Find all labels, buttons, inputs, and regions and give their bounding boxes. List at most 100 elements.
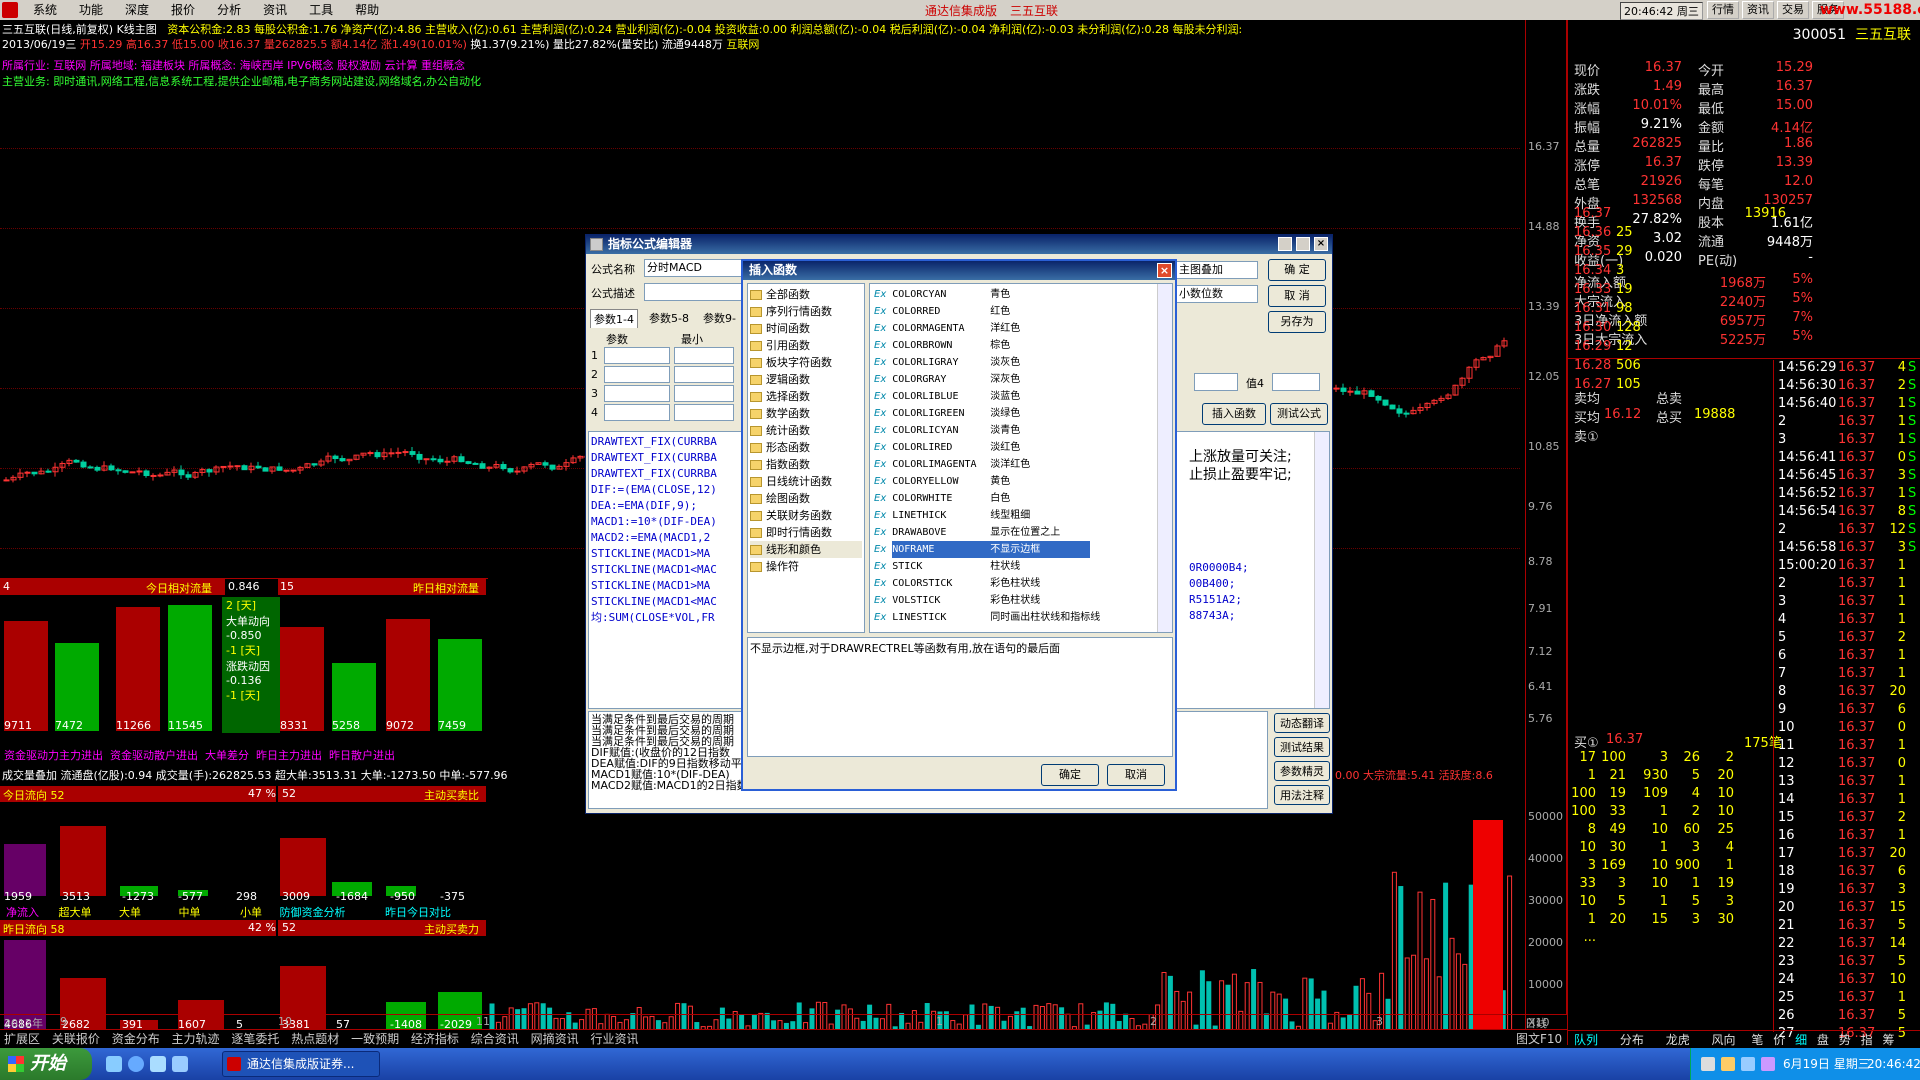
tab-related-quote[interactable]: 关联报价 bbox=[52, 1032, 100, 1046]
close-icon[interactable]: × bbox=[1314, 237, 1328, 251]
tab-consensus[interactable]: 一致预期 bbox=[351, 1032, 399, 1046]
function-item[interactable]: Ex COLORLICYAN 淡青色 bbox=[874, 422, 1170, 439]
tab-trend[interactable]: 势 bbox=[1839, 1033, 1851, 1047]
function-item[interactable]: Ex DRAWABOVE 显示在位置之上 bbox=[874, 524, 1170, 541]
close-icon[interactable]: × bbox=[1157, 263, 1172, 278]
param-min-input[interactable] bbox=[674, 366, 734, 383]
function-item[interactable]: Ex COLORCYAN 青色 bbox=[874, 286, 1170, 303]
tab-distribution[interactable]: 分布 bbox=[1620, 1033, 1644, 1047]
tab-params-5-8[interactable]: 参数5-8 bbox=[646, 309, 692, 327]
value3-input[interactable] bbox=[1194, 373, 1238, 391]
function-item[interactable]: Ex COLORWHITE 白色 bbox=[874, 490, 1170, 507]
tab-hot-topic[interactable]: 热点题材 bbox=[291, 1032, 339, 1046]
param-min-input[interactable] bbox=[674, 385, 734, 402]
insert-dialog-titlebar[interactable]: 插入函数 × bbox=[743, 261, 1175, 280]
test-formula-button[interactable]: 测试公式 bbox=[1270, 403, 1328, 425]
tab-chips[interactable]: 筹 bbox=[1882, 1033, 1894, 1047]
menu-info[interactable]: 资讯 bbox=[252, 0, 298, 20]
category-item[interactable]: 逻辑函数 bbox=[750, 371, 862, 388]
value4-input[interactable] bbox=[1272, 373, 1320, 391]
quote-button[interactable]: 行情 bbox=[1707, 1, 1739, 19]
menu-help[interactable]: 帮助 bbox=[344, 0, 390, 20]
taskbar-app-button[interactable]: 通达信集成版证券... bbox=[222, 1051, 380, 1077]
menu-tools[interactable]: 工具 bbox=[298, 0, 344, 20]
category-item[interactable]: 板块字符函数 bbox=[750, 354, 862, 371]
tab-index[interactable]: 指 bbox=[1861, 1033, 1873, 1047]
menu-analysis[interactable]: 分析 bbox=[206, 0, 252, 20]
category-item[interactable]: 日线统计函数 bbox=[750, 473, 862, 490]
category-list[interactable]: 全部函数 序列行情函数 时间函数 引用函数 板块字符函数 逻辑函数 选择函数 数学函数 统计函数… bbox=[747, 283, 865, 633]
formula-name-input[interactable]: 分时MACD bbox=[644, 259, 744, 277]
insert-ok-button[interactable]: 确定 bbox=[1041, 764, 1099, 786]
function-item[interactable]: Ex COLORLIMAGENTA 淡洋红色 bbox=[874, 456, 1170, 473]
function-item[interactable]: Ex COLORGRAY 深灰色 bbox=[874, 371, 1170, 388]
category-item[interactable]: 操作符 bbox=[750, 558, 862, 575]
function-item[interactable]: Ex COLORLIGRAY 淡灰色 bbox=[874, 354, 1170, 371]
menu-system[interactable]: 系统 bbox=[22, 0, 68, 20]
function-item[interactable]: Ex COLORLIBLUE 淡蓝色 bbox=[874, 388, 1170, 405]
param-name-input[interactable] bbox=[604, 347, 670, 364]
save-as-button[interactable]: 另存为 bbox=[1268, 311, 1326, 333]
function-list-scrollbar[interactable] bbox=[1157, 284, 1172, 632]
tab-price[interactable]: 价 bbox=[1773, 1033, 1785, 1047]
function-item[interactable]: Ex COLORRED 红色 bbox=[874, 303, 1170, 320]
tray-icon[interactable] bbox=[1721, 1057, 1735, 1071]
function-item[interactable]: Ex STICK 柱状线 bbox=[874, 558, 1170, 575]
tray-icon[interactable] bbox=[1701, 1057, 1715, 1071]
function-item[interactable]: Ex COLORYELLOW 黄色 bbox=[874, 473, 1170, 490]
insert-function-button[interactable]: 插入函数 bbox=[1202, 403, 1266, 425]
ie-icon[interactable] bbox=[128, 1056, 144, 1072]
tab-main-track[interactable]: 主力轨迹 bbox=[172, 1032, 220, 1046]
tab-params-1-4[interactable]: 参数1-4 bbox=[590, 309, 638, 328]
decimal-select[interactable]: 小数位数 bbox=[1176, 285, 1258, 303]
category-item[interactable]: 即时行情函数 bbox=[750, 524, 862, 541]
param-name-input[interactable] bbox=[604, 404, 670, 421]
category-item[interactable]: 全部函数 bbox=[750, 286, 862, 303]
insert-cancel-button[interactable]: 取消 bbox=[1107, 764, 1165, 786]
menu-function[interactable]: 功能 bbox=[68, 0, 114, 20]
function-item[interactable]: Ex COLORMAGENTA 洋红色 bbox=[874, 320, 1170, 337]
function-list[interactable]: Ex COLORCYAN 青色 Ex COLORRED 红色 Ex COLORMAGENTA 洋… bbox=[869, 283, 1173, 633]
menu-quote[interactable]: 报价 bbox=[160, 0, 206, 20]
tab-economy[interactable]: 经济指标 bbox=[411, 1032, 459, 1046]
formula-desc-input[interactable] bbox=[644, 283, 744, 301]
tray-icon[interactable] bbox=[1741, 1057, 1755, 1071]
tab-extension[interactable]: 扩展区 bbox=[4, 1032, 40, 1046]
function-item[interactable]: Ex COLORSTICK 彩色柱状线 bbox=[874, 575, 1170, 592]
quicklaunch-icon[interactable] bbox=[106, 1056, 122, 1072]
category-item[interactable]: 线形和颜色 bbox=[750, 541, 862, 558]
minimize-icon[interactable] bbox=[1278, 237, 1292, 251]
ok-button[interactable]: 确 定 bbox=[1268, 259, 1326, 281]
category-item[interactable]: 时间函数 bbox=[750, 320, 862, 337]
menu-depth[interactable]: 深度 bbox=[114, 0, 160, 20]
tab-fund-distribution[interactable]: 资金分布 bbox=[112, 1032, 160, 1046]
tab-industry-news[interactable]: 行业资讯 bbox=[590, 1032, 638, 1046]
tab-wind[interactable]: 风向 bbox=[1712, 1033, 1736, 1047]
function-item[interactable]: Ex COLORBROWN 棕色 bbox=[874, 337, 1170, 354]
function-item[interactable]: Ex NOFRAME 不显示边框 bbox=[874, 541, 1170, 558]
overlay-select[interactable]: 主图叠加 bbox=[1176, 261, 1258, 279]
category-item[interactable]: 数学函数 bbox=[750, 405, 862, 422]
function-item[interactable]: Ex LINESTICK 同时画出柱状线和指标线 bbox=[874, 609, 1170, 626]
news-button[interactable]: 资讯 bbox=[1742, 1, 1774, 19]
tab-queue[interactable]: 队列 bbox=[1574, 1033, 1598, 1047]
tray-icon[interactable] bbox=[1761, 1057, 1775, 1071]
param-name-input[interactable] bbox=[604, 366, 670, 383]
test-result-button[interactable]: 测试结果 bbox=[1274, 737, 1330, 757]
function-item[interactable]: Ex COLORLIGREEN 淡绿色 bbox=[874, 405, 1170, 422]
quicklaunch-icon[interactable] bbox=[150, 1056, 166, 1072]
tab-general-news[interactable]: 综合资讯 bbox=[471, 1032, 519, 1046]
category-item[interactable]: 选择函数 bbox=[750, 388, 862, 405]
category-item[interactable]: 引用函数 bbox=[750, 337, 862, 354]
param-name-input[interactable] bbox=[604, 385, 670, 402]
category-item[interactable]: 形态函数 bbox=[750, 439, 862, 456]
tab-web-news[interactable]: 网摘资讯 bbox=[531, 1032, 579, 1046]
start-button[interactable]: 开始 bbox=[0, 1048, 92, 1080]
function-item[interactable]: Ex VOLSTICK 彩色柱状线 bbox=[874, 592, 1170, 609]
translate-button[interactable]: 动态翻译 bbox=[1274, 713, 1330, 733]
usage-note-button[interactable]: 用法注释 bbox=[1274, 785, 1330, 805]
tab-order-detail[interactable]: 逐笔委托 bbox=[231, 1032, 279, 1046]
tab-params-9[interactable]: 参数9- bbox=[700, 309, 739, 327]
category-item[interactable]: 序列行情函数 bbox=[750, 303, 862, 320]
param-wizard-button[interactable]: 参数精灵 bbox=[1274, 761, 1330, 781]
